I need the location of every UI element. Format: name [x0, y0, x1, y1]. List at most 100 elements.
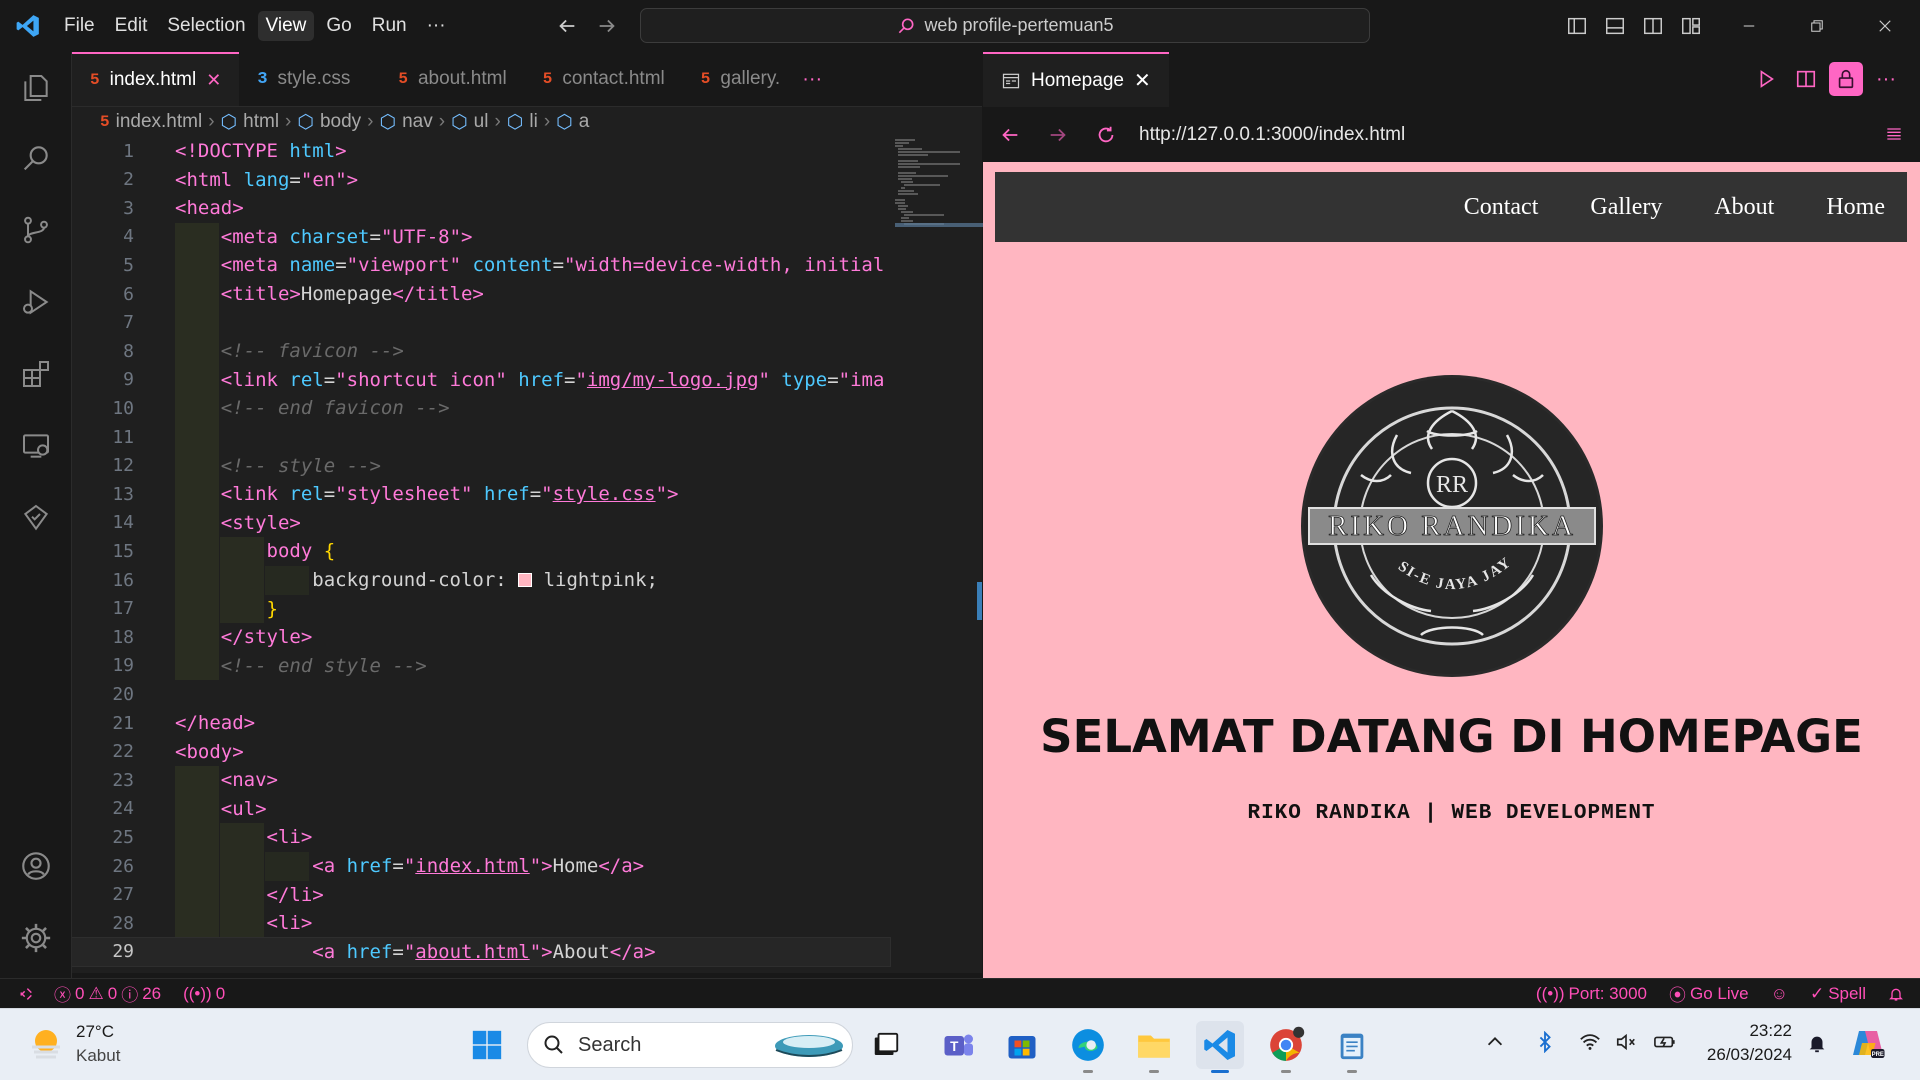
code-line[interactable]: 18 </style>	[72, 623, 890, 651]
clock-time[interactable]: 23:22	[1700, 1021, 1792, 1041]
code-line[interactable]: 17 }	[72, 595, 890, 623]
tab-gallery-html[interactable]: 5 gallery.	[683, 52, 798, 106]
code-line[interactable]: 7	[72, 309, 890, 337]
lock-icon[interactable]	[1829, 62, 1863, 96]
testing-icon[interactable]	[14, 496, 58, 540]
edge-browser-icon[interactable]	[1064, 1021, 1112, 1073]
code-line[interactable]: 3 <head>	[72, 194, 890, 222]
ports-indicator[interactable]: ((•)) 0	[183, 984, 225, 1004]
code-line[interactable]: 19 <!-- end style -->	[72, 652, 890, 680]
breadcrumb-body[interactable]: body	[320, 111, 361, 133]
refresh-icon[interactable]	[1089, 118, 1123, 152]
code-line[interactable]: 27 </li>	[72, 881, 890, 909]
clock-date[interactable]: 26/03/2024	[1700, 1045, 1792, 1065]
source-control-icon[interactable]	[14, 208, 58, 252]
minimap[interactable]	[895, 137, 983, 247]
code-line[interactable]: 28 <li>	[72, 909, 890, 937]
code-line[interactable]: 6 <title>Homepage</title>	[72, 280, 890, 308]
nav-link-contact[interactable]: Contact	[1464, 194, 1539, 221]
code-line[interactable]: 13 <link rel="stylesheet" href="style.cs…	[72, 480, 890, 508]
code-line[interactable]: 10 <!-- end favicon -->	[72, 394, 890, 422]
vscode-taskbar-icon[interactable]	[1196, 1021, 1244, 1073]
tab-about-html[interactable]: 5 about.html	[368, 52, 524, 106]
microsoft-store-icon[interactable]	[998, 1021, 1046, 1069]
code-line[interactable]: 5 <meta name="viewport" content="width=d…	[72, 251, 890, 279]
notification-bell-icon[interactable]	[1806, 1031, 1828, 1055]
code-line[interactable]: 24 <ul>	[72, 795, 890, 823]
menu-file[interactable]: File	[56, 11, 103, 41]
menu-selection[interactable]: Selection	[159, 11, 253, 41]
more-actions-icon[interactable]: ···	[1869, 62, 1903, 96]
port-status[interactable]: ((•)) Port: 3000	[1536, 984, 1647, 1004]
explorer-icon[interactable]	[14, 66, 58, 110]
code-line[interactable]: 1 <!DOCTYPE html>	[72, 137, 890, 165]
wifi-icon[interactable]	[1578, 1031, 1602, 1053]
code-line[interactable]: 2 <html lang="en">	[72, 166, 890, 194]
hamburger-menu-icon[interactable]	[1877, 117, 1911, 151]
notifications-bell-icon[interactable]	[1888, 986, 1904, 1002]
toggle-panel-icon[interactable]	[1598, 9, 1632, 43]
restore-icon[interactable]	[1800, 9, 1834, 43]
code-line[interactable]: 11	[72, 423, 890, 451]
scrollbar-thumb[interactable]	[977, 582, 982, 620]
notepad-icon[interactable]	[1328, 1021, 1376, 1073]
menu-go[interactable]: Go	[318, 11, 359, 41]
tab-style-css[interactable]: 3 style.css	[239, 52, 368, 106]
bluetooth-icon[interactable]	[1534, 1031, 1556, 1053]
code-line[interactable]: 29 <a href="about.html">About</a>	[72, 936, 891, 967]
code-line[interactable]: 26 <a href="index.html">Home</a>	[72, 852, 890, 880]
close-tab-icon[interactable]: ✕	[1134, 68, 1151, 93]
forward-arrow-icon[interactable]	[1041, 118, 1075, 152]
url-field[interactable]: http://127.0.0.1:3000/index.html	[1139, 124, 1405, 146]
problems-indicator[interactable]: ⓧ 0 ⚠ 0 ⓘ 26	[54, 981, 161, 1006]
code-line[interactable]: 16 background-color: lightpink;	[72, 566, 890, 594]
extensions-icon[interactable]	[14, 352, 58, 396]
taskbar-search[interactable]: Search	[527, 1022, 853, 1068]
customize-layout-icon[interactable]	[1674, 9, 1708, 43]
task-view-icon[interactable]	[862, 1021, 910, 1069]
search-view-icon[interactable]	[14, 136, 58, 180]
settings-gear-icon[interactable]	[14, 916, 58, 960]
tab-contact-html[interactable]: 5 contact.html	[525, 52, 683, 106]
menu-more[interactable]: ···	[419, 11, 454, 41]
command-center[interactable]: web profile-pertemuan5	[640, 8, 1370, 43]
breadcrumb-li[interactable]: li	[529, 111, 537, 133]
code-line[interactable]: 4 <meta charset="UTF-8">	[72, 223, 890, 251]
close-window-icon[interactable]	[1868, 9, 1902, 43]
remote-explorer-icon[interactable]	[14, 424, 58, 468]
copilot-taskbar-icon[interactable]: PRE	[1850, 1025, 1886, 1061]
volume-muted-icon[interactable]	[1614, 1031, 1638, 1053]
chevron-up-icon[interactable]	[1484, 1031, 1506, 1053]
nav-link-about[interactable]: About	[1714, 194, 1774, 221]
breadcrumb-ul[interactable]: ul	[474, 111, 489, 133]
toggle-secondary-sidebar-icon[interactable]	[1636, 9, 1670, 43]
breadcrumb-a[interactable]: a	[579, 111, 590, 133]
menu-run[interactable]: Run	[364, 11, 415, 41]
nav-link-gallery[interactable]: Gallery	[1590, 194, 1662, 221]
breadcrumb-html[interactable]: html	[243, 111, 279, 133]
spell-checker[interactable]: ✓ Spell	[1810, 984, 1866, 1004]
more-tabs-icon[interactable]: ···	[798, 52, 822, 106]
go-live-button[interactable]: ⦿ Go Live	[1669, 981, 1749, 1006]
split-editor-icon[interactable]	[1789, 62, 1823, 96]
code-line[interactable]: 8 <!-- favicon -->	[72, 337, 890, 365]
code-line[interactable]: 15 body {	[72, 537, 890, 565]
breadcrumb-nav[interactable]: nav	[402, 111, 433, 133]
windows-start-icon[interactable]	[463, 1021, 511, 1069]
code-line[interactable]: 23 <nav>	[72, 766, 890, 794]
file-explorer-icon[interactable]	[1130, 1021, 1178, 1073]
code-line[interactable]: 12 <!-- style -->	[72, 452, 890, 480]
teams-icon[interactable]: T	[934, 1021, 982, 1069]
toggle-sidebar-icon[interactable]	[1560, 9, 1594, 43]
chrome-icon[interactable]	[1262, 1021, 1310, 1073]
tab-index-html[interactable]: 5 index.html ✕	[72, 52, 240, 106]
nav-link-home[interactable]: Home	[1826, 194, 1885, 221]
menu-view[interactable]: View	[257, 11, 315, 41]
back-arrow-icon[interactable]	[993, 118, 1027, 152]
remote-indicator-icon[interactable]	[18, 986, 34, 1002]
minimize-icon[interactable]	[1732, 9, 1766, 43]
accounts-icon[interactable]	[14, 844, 58, 888]
code-line[interactable]: 22 <body>	[72, 738, 890, 766]
forward-arrow-icon[interactable]	[590, 9, 624, 43]
breadcrumb-file[interactable]: index.html	[116, 111, 203, 133]
